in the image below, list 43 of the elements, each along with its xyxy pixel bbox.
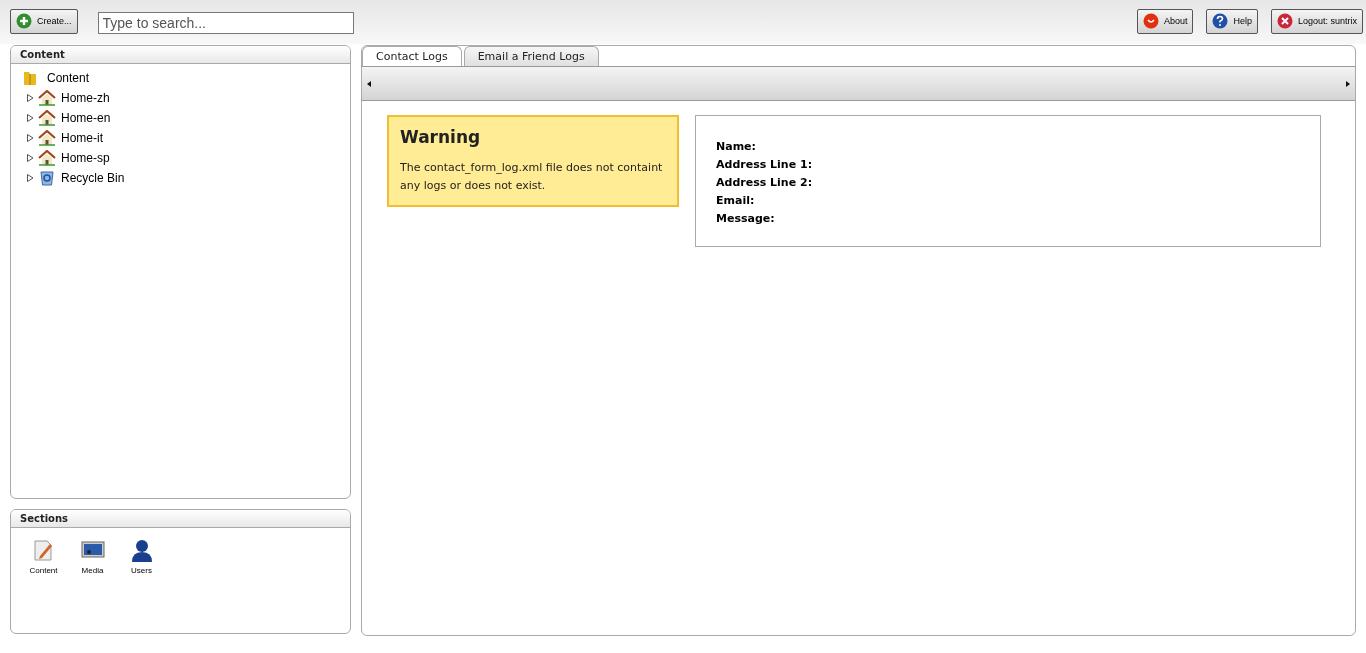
tree-item[interactable]: Content [21, 68, 90, 88]
warning-message: The contact_form_log.xml file does not containt any logs or does not exist. [400, 160, 664, 194]
logout-button[interactable]: Logout: suntrix [1270, 8, 1363, 34]
tab[interactable]: Email a Friend Logs [463, 46, 599, 66]
section-item[interactable]: Content [29, 538, 58, 575]
section-item[interactable]: Users [127, 538, 156, 575]
recycle-bin-icon [38, 170, 56, 186]
field-label: Message: [716, 211, 775, 227]
expand-arrow-icon[interactable] [26, 114, 34, 122]
about-button[interactable]: About [1136, 8, 1194, 34]
expand-arrow-icon[interactable] [26, 134, 34, 142]
warning-title: Warning [400, 127, 482, 147]
field-label: Address Line 2: [716, 175, 813, 191]
smile-icon [1142, 13, 1159, 29]
close-icon [1276, 13, 1293, 29]
house-icon [38, 150, 56, 166]
tree-item[interactable]: Home-en [38, 110, 111, 126]
scroll-right-icon[interactable] [1346, 80, 1350, 87]
expand-arrow-icon[interactable] [26, 94, 34, 102]
tree-item[interactable]: Home-sp [38, 150, 110, 166]
tree-item[interactable]: Home-zh [38, 90, 110, 106]
help-icon [1212, 13, 1229, 29]
field-label: Email: [716, 193, 755, 209]
section-item[interactable]: Media [78, 538, 107, 575]
tree-item[interactable]: Home-it [38, 130, 103, 146]
tab[interactable]: Contact Logs [362, 46, 462, 66]
search-field[interactable]: Type to search... [97, 12, 354, 34]
folder-icon [23, 70, 37, 86]
scroll-left-icon[interactable] [367, 80, 371, 87]
field-label: Name: [716, 139, 756, 155]
expand-arrow-icon[interactable] [26, 154, 34, 162]
plus-icon [16, 13, 32, 29]
user-icon [129, 538, 154, 562]
house-icon [38, 90, 56, 106]
tree-item[interactable]: Recycle Bin [38, 170, 125, 186]
help-button[interactable]: Help [1206, 8, 1258, 34]
house-icon [38, 110, 56, 126]
house-icon [38, 130, 56, 146]
field-label: Address Line 1: [716, 157, 813, 173]
panel-title: Content [20, 49, 65, 60]
create-button[interactable]: Create... [10, 8, 78, 34]
panel-title: Sections [20, 513, 69, 524]
expand-arrow-icon[interactable] [26, 174, 34, 182]
